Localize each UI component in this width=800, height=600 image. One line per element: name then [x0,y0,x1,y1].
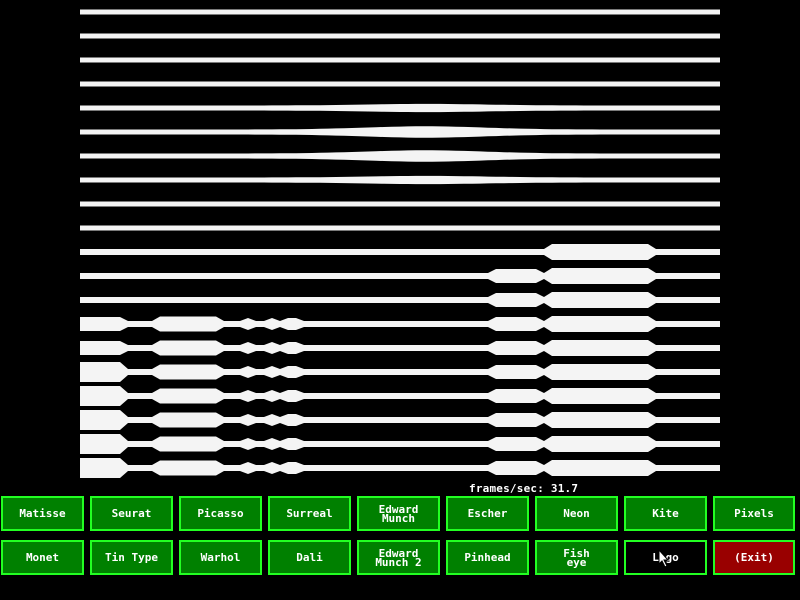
effect-stripe [80,150,720,162]
effect-stripe [80,175,720,185]
effect-stripe [80,81,720,87]
picasso-button[interactable]: Picasso [179,496,262,531]
effect-stripe [80,410,720,430]
kite-button[interactable]: Kite [624,496,707,531]
pixels-button[interactable]: Pixels [713,496,795,531]
line-effect-image [80,9,720,478]
surreal-button[interactable]: Surreal [268,496,351,531]
effect-stripe [80,33,720,39]
effect-stripe [80,244,720,260]
effect-stripe [80,386,720,406]
matisse-button[interactable]: Matisse [1,496,84,531]
exit-button[interactable]: (Exit) [713,540,795,575]
effect-stripe [80,225,720,231]
effect-stripe [80,201,720,207]
warhol-button[interactable]: Warhol [179,540,262,575]
logo-button[interactable]: Logo [624,540,707,575]
effect-stripe [80,9,720,15]
dali-button[interactable]: Dali [268,540,351,575]
effect-stripe [80,103,720,113]
pinhead-button[interactable]: Pinhead [446,540,529,575]
effect-stripe [80,126,720,138]
fps-counter: frames/sec: 31.7 [469,482,579,495]
effect-stripe [80,292,720,308]
effect-stripe [80,268,720,284]
effect-stripe [80,316,720,332]
neon-button[interactable]: Neon [535,496,618,531]
effect-stripe [80,57,720,63]
edward-munch-button[interactable]: Edward Munch [357,496,440,531]
edward-munch-2-button[interactable]: Edward Munch 2 [357,540,440,575]
fish-eye-button[interactable]: Fish eye [535,540,618,575]
seurat-button[interactable]: Seurat [90,496,173,531]
escher-button[interactable]: Escher [446,496,529,531]
effect-stripe [80,340,720,356]
monet-button[interactable]: Monet [1,540,84,575]
effect-stripe [80,434,720,454]
webcam-effect-view [80,0,720,480]
tin-type-button[interactable]: Tin Type [90,540,173,575]
effect-stripe [80,362,720,382]
effect-stripe [80,458,720,478]
